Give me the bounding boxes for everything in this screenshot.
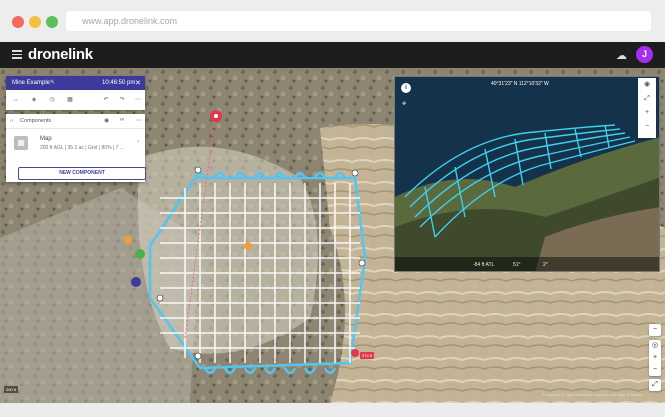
vertex-handle[interactable] [156,294,164,302]
end-marker[interactable] [351,349,359,357]
address-bar[interactable]: www.app.dronelink.com [66,11,651,31]
expand-icon[interactable]: ⤢ [638,92,656,106]
new-component-button[interactable]: NEW COMPONENT [18,167,146,180]
pencil-icon[interactable]: ✎ [50,79,55,86]
collapse-icon[interactable]: ‹› [10,118,13,124]
map-attribution[interactable]: © Mapbox © OpenStreetMap Improve this Ma… [542,392,642,397]
waypoint-marker-purple[interactable] [131,277,141,287]
mission-panel: Mine Example ✎ 10:46:50 pm ✕ ↔ ◈ ◷ ▦ ↶ ↷… [6,76,145,110]
mission-header: Mine Example ✎ 10:46:50 pm ✕ [6,76,145,90]
zoom-out-icon[interactable]: − [638,120,656,134]
zoom-in-icon[interactable]: + [638,106,656,120]
zoom-out-button[interactable]: − [649,324,661,336]
redo-icon[interactable]: ↷ [118,96,126,104]
vertex-handle[interactable] [194,166,202,174]
layers-icon[interactable]: ◈ [30,96,38,104]
coordinates-label: 40°31'23" N 112°10'32" W [491,81,549,87]
vertex-handle[interactable] [358,259,366,267]
chevron-right-icon[interactable]: › [137,139,139,145]
3d-terrain-render [395,77,659,271]
3d-view-controls: ◉ ⤢ + − [638,78,656,138]
minimize-window-icon[interactable] [29,16,41,28]
heading-readout: 51° [513,262,521,268]
more-icon[interactable]: ⋯ [136,117,142,124]
components-panel: ‹› Components ◉ ∞ ⋯ ▦ Map 200 ft AGL | 3… [6,114,146,182]
calendar-icon[interactable]: ▦ [66,96,74,104]
clock-icon[interactable]: ◷ [48,96,56,104]
close-window-icon[interactable] [12,16,24,28]
poi-marker-orange[interactable] [124,236,132,244]
app-header: dronelink ☁ J [0,42,665,68]
close-icon[interactable]: ✕ [135,79,141,87]
user-avatar[interactable]: J [636,46,653,63]
mission-time: 10:46:50 pm [102,80,136,86]
map-scale: 200 ft [4,386,19,393]
zoom-out-icon[interactable]: − [649,364,661,376]
components-title: Components [20,118,52,124]
3d-view-status-bar: -84 ft ATL 51° 2° [395,257,659,271]
app-window: www.app.dronelink.com dronelink ☁ J Mine… [0,0,665,417]
visibility-icon[interactable]: ◉ [104,117,109,124]
mission-toolbar: ↔ ◈ ◷ ▦ ↶ ↷ ⋯ [6,90,145,110]
maximize-window-icon[interactable] [46,16,58,28]
navigation-icon[interactable]: ✥ [402,101,406,107]
info-icon[interactable]: i [401,83,411,93]
undo-icon[interactable]: ↶ [102,96,110,104]
altitude-readout: -84 ft ATL [473,262,495,268]
component-item[interactable]: ▦ Map 200 ft AGL | 35.1 ac | Grid | 80% … [6,130,145,160]
tilt-readout: 2° [543,262,548,268]
visibility-icon[interactable]: ◉ [638,78,656,92]
3d-view-panel[interactable]: 40°31'23" N 112°10'32" W i ✥ ◉ ⤢ + − -84… [394,76,660,272]
compass-icon[interactable]: ◎ [649,340,661,352]
browser-toolbar: www.app.dronelink.com [0,0,665,43]
map-zoom-controls: ◎ + − [649,340,661,376]
hamburger-menu-icon[interactable] [12,50,22,59]
more-icon[interactable]: ⋯ [134,96,142,104]
mission-title[interactable]: Mine Example [12,80,50,86]
component-name: Map [40,136,52,142]
app-logo[interactable]: dronelink [28,46,93,63]
poi-marker-center[interactable] [244,242,252,250]
expand-icon[interactable]: ↔ [12,96,20,104]
components-header: ‹› Components ◉ ∞ ⋯ [6,114,145,129]
link-icon[interactable]: ∞ [120,117,124,123]
zoom-in-icon[interactable]: + [649,352,661,364]
fullscreen-icon[interactable]: ⤢ [649,379,661,391]
grid-icon: ▦ [14,136,28,150]
altitude-marker-label: 374 ft [360,352,375,359]
cloud-upload-icon[interactable]: ☁ [616,49,628,62]
waypoint-marker-green[interactable] [135,249,145,259]
component-meta: 200 ft AGL | 35.1 ac | Grid | 80% | 7 ..… [40,145,124,151]
vertex-handle[interactable] [194,352,202,360]
vertex-handle[interactable] [351,169,359,177]
